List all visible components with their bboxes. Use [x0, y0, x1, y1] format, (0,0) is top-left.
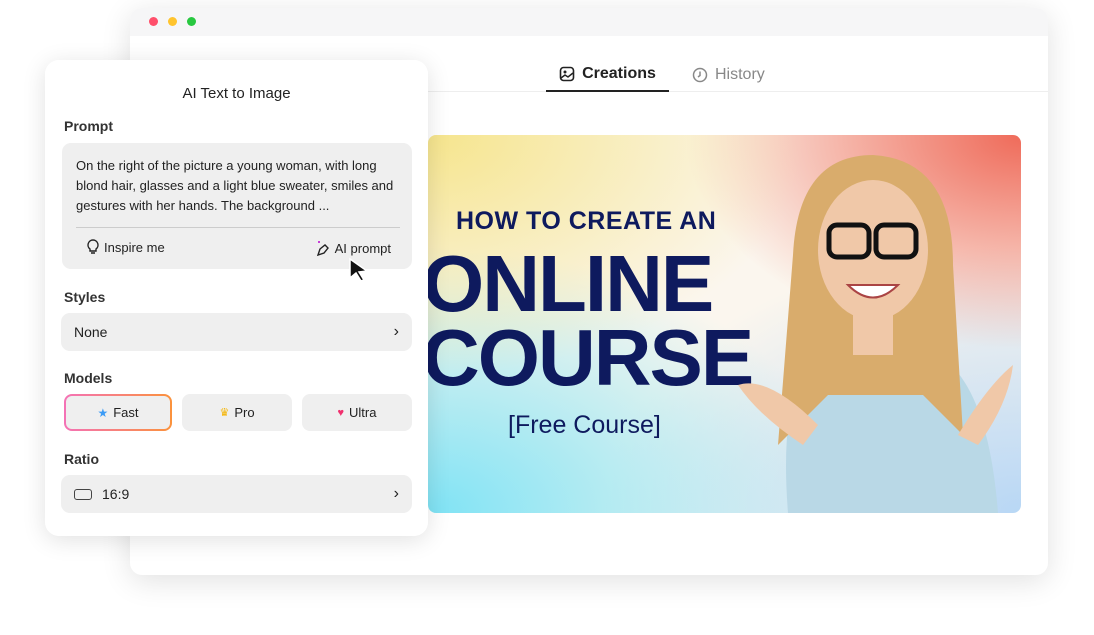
model-ultra-button[interactable]: ♥ Ultra [302, 394, 412, 431]
model-label: Pro [234, 405, 255, 420]
minimize-dot[interactable] [168, 17, 177, 26]
style-value: None [74, 324, 108, 340]
panel-title: AI Text to Image [182, 85, 291, 102]
maximize-dot[interactable] [187, 17, 196, 26]
close-dot[interactable] [149, 17, 158, 26]
lightbulb-icon [87, 239, 99, 254]
tab-label: Creations [582, 65, 656, 82]
text-to-image-panel: AI Text to Image Prompt On the right of … [45, 60, 428, 536]
title-bar [130, 8, 1048, 36]
generated-image[interactable]: HOW TO CREATE AN ONLINE COURSE [Free Cour… [428, 135, 1021, 513]
gem-icon: ♥ [337, 406, 345, 419]
woman-illustration [738, 155, 1013, 513]
pen-sparkle-icon [316, 241, 329, 257]
divider [76, 227, 400, 228]
chevron-right-icon: › [393, 323, 399, 340]
prompt-label: Prompt [64, 118, 113, 134]
models-label: Models [64, 370, 113, 386]
model-label: Fast [113, 405, 139, 420]
ai-prompt-label: AI prompt [334, 240, 391, 256]
hero-title: ONLINE COURSE [428, 239, 754, 402]
styles-label: Styles [64, 289, 106, 305]
tab-creations[interactable]: Creations [546, 58, 669, 92]
mouse-cursor-icon [349, 257, 370, 282]
tab-history[interactable]: History [692, 58, 765, 92]
hero-subtitle: [Free Course] [508, 411, 661, 439]
crown-icon: ♛ [219, 407, 230, 419]
fast-star-icon: ★ [97, 405, 109, 420]
ratio-select[interactable]: 16:9 › [61, 475, 412, 513]
prompt-box[interactable]: On the right of the picture a young woma… [62, 143, 412, 269]
model-pro-button[interactable]: ♛ Pro [182, 394, 292, 431]
inspire-label: Inspire me [104, 239, 165, 255]
model-fast-button[interactable]: ★ Fast [64, 394, 172, 431]
ratio-value: 16:9 [102, 486, 130, 502]
ratio-label: Ratio [64, 451, 99, 467]
prompt-input[interactable]: On the right of the picture a young woma… [76, 156, 398, 216]
ratio-rect-icon [74, 488, 92, 500]
inspire-me-button[interactable]: Inspire me [86, 239, 165, 255]
image-icon [559, 66, 575, 82]
model-label: Ultra [349, 405, 377, 420]
clock-icon [692, 67, 708, 83]
chevron-right-icon: › [393, 485, 399, 502]
hero-heading: HOW TO CREATE AN [456, 207, 717, 235]
ai-prompt-button[interactable]: AI prompt [315, 239, 391, 257]
styles-select[interactable]: None › [61, 313, 412, 351]
tab-label: History [715, 66, 765, 83]
